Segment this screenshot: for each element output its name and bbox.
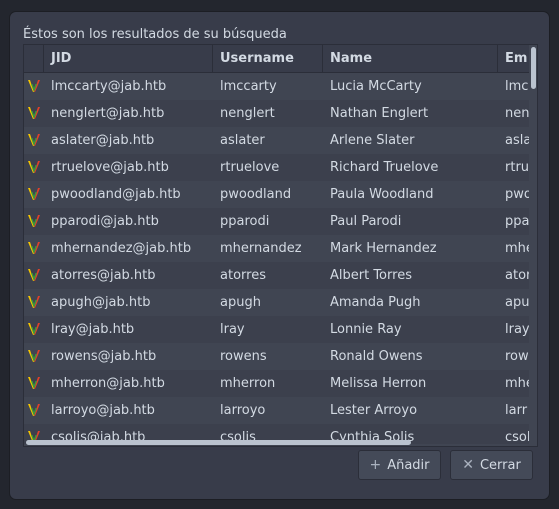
cell-username: larroyo bbox=[220, 403, 266, 418]
cell-jid: lray@jab.htb bbox=[51, 322, 135, 337]
cell-username: aslater bbox=[220, 133, 265, 148]
cell-name: Lonnie Ray bbox=[330, 322, 402, 337]
cell-name: Mark Hernandez bbox=[330, 241, 437, 256]
cell-jid: apugh@jab.htb bbox=[51, 295, 151, 310]
cell-name: Lester Arroyo bbox=[330, 403, 418, 418]
table-row[interactable]: mherron@jab.htb mherron Melissa Herron mhe bbox=[24, 370, 537, 397]
table-row[interactable]: pwoodland@jab.htb pwoodland Paula Woodland… bbox=[24, 181, 537, 208]
table-row[interactable]: lray@jab.htb lray Lonnie Ray lray bbox=[24, 316, 537, 343]
cell-name: Paul Parodi bbox=[330, 214, 402, 229]
add-button[interactable]: + Añadir bbox=[358, 450, 441, 480]
cell-username: atorres bbox=[220, 268, 266, 283]
spark-user-icon bbox=[27, 100, 43, 127]
table-row[interactable]: atorres@jab.htb atorres Albert Torres ator bbox=[24, 262, 537, 289]
cell-jid: aslater@jab.htb bbox=[51, 133, 155, 148]
table-row[interactable]: nenglert@jab.htb nenglert Nathan Englert ne… bbox=[24, 100, 537, 127]
table-row[interactable]: pparodi@jab.htb pparodi Paul Parodi ppa bbox=[24, 208, 537, 235]
header-icon-column[interactable] bbox=[24, 45, 44, 72]
spark-user-icon bbox=[27, 262, 43, 289]
table-row[interactable]: larroyo@jab.htb larroyo Lester Arroyo larr bbox=[24, 397, 537, 424]
close-button[interactable]: ✕ Cerrar bbox=[450, 450, 533, 480]
cell-username: rtruelove bbox=[220, 160, 280, 175]
dialog-heading: Éstos son los resultados de su búsqueda bbox=[23, 27, 287, 42]
cell-jid: pwoodland@jab.htb bbox=[51, 187, 181, 202]
table-row[interactable]: lmccarty@jab.htb lmccarty Lucia McCarty lmc bbox=[24, 73, 537, 100]
cell-jid: pparodi@jab.htb bbox=[51, 214, 159, 229]
results-table[interactable]: JID Username Name Em lmccarty@jab.htb lmc… bbox=[23, 44, 538, 447]
close-button-label: Cerrar bbox=[479, 458, 521, 473]
cell-jid: atorres@jab.htb bbox=[51, 268, 156, 283]
cell-name: Lucia McCarty bbox=[330, 79, 422, 94]
cell-name: Paula Woodland bbox=[330, 187, 434, 202]
spark-user-icon bbox=[27, 235, 43, 262]
cell-username: nenglert bbox=[220, 106, 275, 121]
vertical-scrollbar-thumb[interactable] bbox=[531, 47, 536, 89]
horizontal-scrollbar[interactable] bbox=[24, 438, 537, 446]
table-row[interactable]: rtruelove@jab.htb rtruelove Richard Truelo… bbox=[24, 154, 537, 181]
cell-username: apugh bbox=[220, 295, 261, 310]
spark-user-icon bbox=[27, 316, 43, 343]
cell-username: pparodi bbox=[220, 214, 270, 229]
cell-username: rowens bbox=[220, 349, 267, 364]
table-header: JID Username Name Em bbox=[24, 45, 537, 73]
header-jid[interactable]: JID bbox=[44, 45, 213, 72]
vertical-scrollbar[interactable] bbox=[529, 45, 537, 446]
close-icon: ✕ bbox=[462, 457, 474, 473]
spark-user-icon bbox=[27, 397, 43, 424]
cell-jid: nenglert@jab.htb bbox=[51, 106, 165, 121]
header-username[interactable]: Username bbox=[213, 45, 323, 72]
cell-jid: rtruelove@jab.htb bbox=[51, 160, 169, 175]
spark-user-icon bbox=[27, 73, 43, 100]
cell-name: Melissa Herron bbox=[330, 376, 427, 391]
table-row[interactable]: rowens@jab.htb rowens Ronald Owens row bbox=[24, 343, 537, 370]
cell-name: Arlene Slater bbox=[330, 133, 415, 148]
cell-jid: mherron@jab.htb bbox=[51, 376, 165, 391]
cell-jid: mhernandez@jab.htb bbox=[51, 241, 192, 256]
cell-username: pwoodland bbox=[220, 187, 292, 202]
spark-user-icon bbox=[27, 343, 43, 370]
cell-name: Nathan Englert bbox=[330, 106, 429, 121]
cell-name: Amanda Pugh bbox=[330, 295, 421, 310]
cell-jid: larroyo@jab.htb bbox=[51, 403, 155, 418]
spark-user-icon bbox=[27, 208, 43, 235]
table-row[interactable]: apugh@jab.htb apugh Amanda Pugh apu bbox=[24, 289, 537, 316]
cell-name: Ronald Owens bbox=[330, 349, 423, 364]
cell-name: Albert Torres bbox=[330, 268, 412, 283]
spark-user-icon bbox=[27, 154, 43, 181]
table-row[interactable]: mhernandez@jab.htb mhernandez Mark Hernand… bbox=[24, 235, 537, 262]
spark-user-icon bbox=[27, 289, 43, 316]
horizontal-scrollbar-thumb[interactable] bbox=[26, 440, 411, 445]
spark-user-icon bbox=[27, 127, 43, 154]
cell-username: lray bbox=[220, 322, 245, 337]
cell-jid: lmccarty@jab.htb bbox=[51, 79, 167, 94]
header-name[interactable]: Name bbox=[323, 45, 498, 72]
search-results-dialog: Éstos son los resultados de su búsqueda … bbox=[10, 12, 549, 499]
spark-user-icon bbox=[27, 181, 43, 208]
add-button-label: Añadir bbox=[387, 458, 430, 473]
cell-jid: rowens@jab.htb bbox=[51, 349, 157, 364]
table-row[interactable]: aslater@jab.htb aslater Arlene Slater asla bbox=[24, 127, 537, 154]
cell-username: lmccarty bbox=[220, 79, 277, 94]
cell-username: mhernandez bbox=[220, 241, 302, 256]
table-body: lmccarty@jab.htb lmccarty Lucia McCarty lmc… bbox=[24, 73, 537, 444]
cell-username: mherron bbox=[220, 376, 276, 391]
cell-name: Richard Truelove bbox=[330, 160, 439, 175]
spark-user-icon bbox=[27, 370, 43, 397]
plus-icon: + bbox=[369, 457, 382, 473]
